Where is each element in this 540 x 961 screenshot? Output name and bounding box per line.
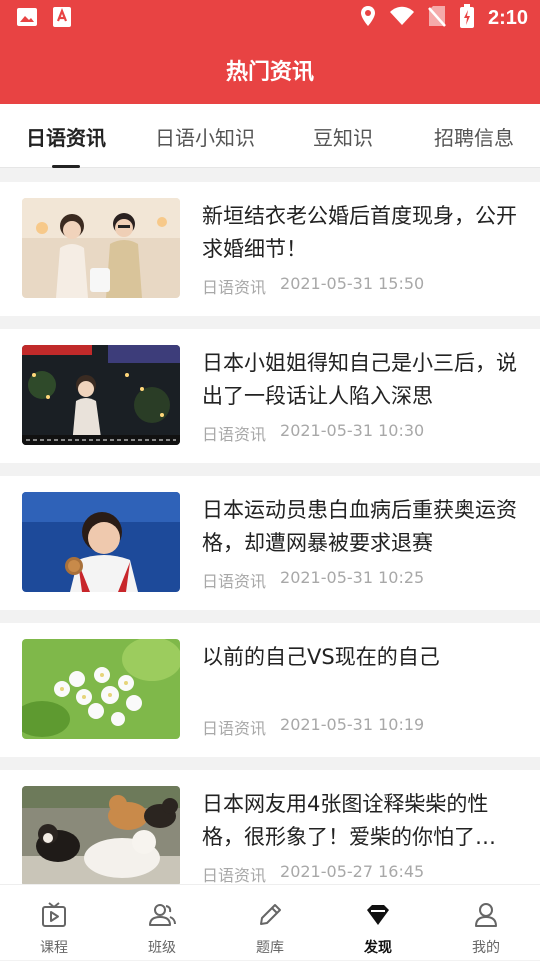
tab-label: 招聘信息	[434, 125, 514, 150]
article-card[interactable]: 日本网友用4张图诠释柴柴的性格，很形象了！爱柴的你怕了… 日语资讯 2021-0…	[0, 770, 540, 884]
nav-label: 发现	[364, 940, 392, 956]
app-notification-icon	[52, 6, 72, 32]
class-group-icon	[148, 901, 176, 933]
page-title: 热门资讯	[225, 60, 314, 85]
article-card[interactable]: 日本运动员患白血病后重获奥运资格，却遭网暴被要求退赛 日语资讯 2021-05-…	[0, 476, 540, 610]
tab-japanese-tips[interactable]: 日语小知识	[132, 104, 278, 168]
nav-question-bank[interactable]: 题库	[216, 885, 324, 961]
article-category: 日语资讯	[202, 866, 267, 884]
tab-trivia[interactable]: 豆知识	[278, 104, 408, 168]
article-meta: 日语资讯 2021-05-27 16:45	[202, 862, 424, 884]
tab-jobs[interactable]: 招聘信息	[408, 104, 540, 168]
article-title[interactable]: 新垣结衣老公婚后首度现身，公开求婚细节！	[202, 200, 524, 266]
diamond-icon	[364, 901, 392, 933]
article-category: 日语资讯	[202, 278, 267, 297]
article-thumbnail[interactable]	[22, 198, 180, 298]
article-card[interactable]: 日本小姐姐得知自己是小三后，说出了一段话让人陷入深思 日语资讯 2021-05-…	[0, 329, 540, 463]
article-thumbnail[interactable]	[22, 786, 180, 884]
article-title[interactable]: 日本运动员患白血病后重获奥运资格，却遭网暴被要求退赛	[202, 494, 524, 560]
article-meta: 日语资讯 2021-05-31 15:50	[202, 274, 424, 298]
article-datetime: 2021-05-31 15:50	[280, 274, 425, 293]
pencil-icon	[256, 901, 284, 933]
article-thumbnail[interactable]	[22, 639, 180, 739]
nav-label: 课程	[40, 940, 68, 956]
article-meta: 日语资讯 2021-05-31 10:25	[202, 568, 424, 592]
article-category: 日语资讯	[202, 572, 267, 591]
tab-label: 日语小知识	[155, 125, 255, 150]
tab-japanese-news[interactable]: 日语资讯	[0, 104, 132, 168]
battery-charging-icon	[459, 4, 474, 32]
article-meta: 日语资讯 2021-05-31 10:30	[202, 421, 424, 445]
nav-discover[interactable]: 发现	[324, 885, 432, 961]
no-sim-icon	[428, 5, 446, 31]
status-time: 2:10	[487, 6, 528, 29]
article-thumbnail[interactable]	[22, 492, 180, 592]
nav-classes[interactable]: 班级	[108, 885, 216, 961]
article-category: 日语资讯	[202, 425, 267, 444]
profile-icon	[472, 901, 500, 933]
article-datetime: 2021-05-31 10:30	[280, 421, 425, 440]
article-meta: 日语资讯 2021-05-31 10:19	[202, 715, 424, 739]
location-icon	[360, 5, 376, 31]
status-bar: 2:10	[0, 0, 540, 36]
tab-label: 日语资讯	[26, 125, 106, 150]
bottom-navigation: 课程 班级 题库 发现 我的	[0, 884, 540, 960]
active-tab-indicator	[52, 165, 80, 168]
nav-label: 我的	[472, 940, 500, 956]
article-title[interactable]: 日本小姐姐得知自己是小三后，说出了一段话让人陷入深思	[202, 347, 524, 413]
news-feed[interactable]: 新垣结衣老公婚后首度现身，公开求婚细节！ 日语资讯 2021-05-31 15:…	[0, 182, 540, 884]
article-card[interactable]: 以前的自己VS现在的自己 日语资讯 2021-05-31 10:19	[0, 623, 540, 757]
video-lesson-icon	[40, 901, 68, 933]
article-title[interactable]: 日本网友用4张图诠释柴柴的性格，很形象了！爱柴的你怕了…	[202, 788, 524, 854]
article-title[interactable]: 以前的自己VS现在的自己	[202, 641, 524, 674]
tab-label: 豆知识	[313, 125, 373, 150]
article-card[interactable]: 新垣结衣老公婚后首度现身，公开求婚细节！ 日语资讯 2021-05-31 15:…	[0, 182, 540, 316]
article-datetime: 2021-05-27 16:45	[280, 862, 425, 881]
nav-label: 班级	[148, 940, 176, 956]
article-thumbnail[interactable]	[22, 345, 180, 445]
category-tabs: 日语资讯 日语小知识 豆知识 招聘信息	[0, 104, 540, 168]
nav-label: 题库	[256, 940, 284, 956]
article-datetime: 2021-05-31 10:25	[280, 568, 425, 587]
nav-courses[interactable]: 课程	[0, 885, 108, 961]
wifi-icon	[389, 6, 414, 30]
article-category: 日语资讯	[202, 719, 267, 738]
app-header: 热门资讯	[0, 36, 540, 104]
image-icon	[16, 7, 38, 31]
nav-mine[interactable]: 我的	[432, 885, 540, 961]
article-datetime: 2021-05-31 10:19	[280, 715, 425, 734]
